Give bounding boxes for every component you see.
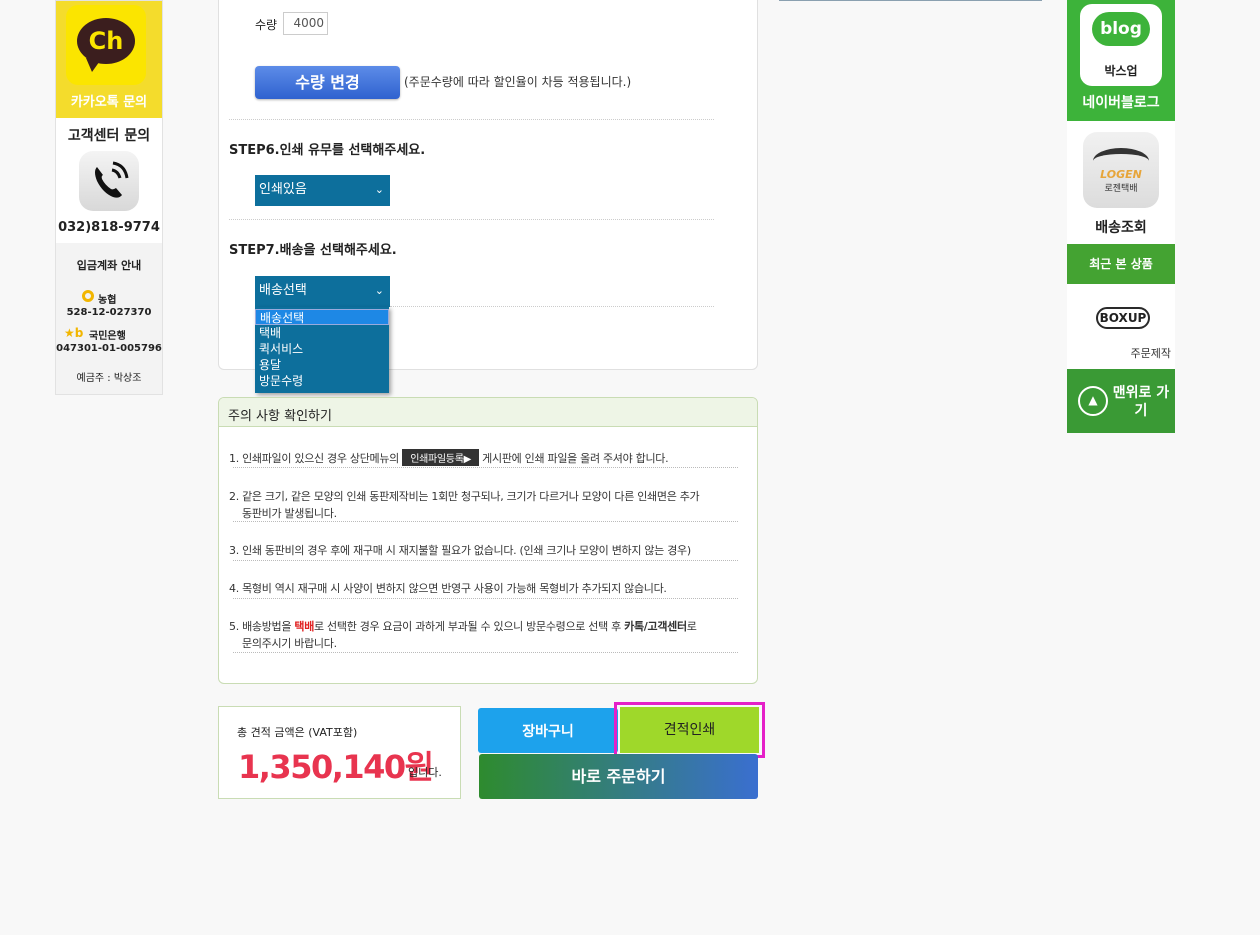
total-suffix: 입니다. [408, 766, 442, 779]
change-quantity-button[interactable]: 수량 변경 [255, 66, 400, 99]
notice-item-1: 1. 인쇄파일이 있으신 경우 상단메뉴의 인쇄파일등록▶ 게시판에 인쇄 파일… [229, 449, 669, 466]
boxup-logo[interactable]: BOXUP [1096, 307, 1150, 329]
shipping-option[interactable]: 택배 [255, 325, 389, 341]
logen-delivery-icon[interactable]: LOGEN 로젠택배 [1083, 132, 1159, 208]
chevron-down-icon: ⌄ [374, 284, 384, 297]
chevron-down-icon: ⌄ [374, 183, 384, 196]
kakao-inquiry-link[interactable]: Ch 카카오톡 문의 [56, 1, 162, 118]
kb-bank-account: 047301-01-005796 [56, 343, 162, 354]
shipping-option[interactable]: 배송선택 [255, 309, 389, 325]
blog-icon: blog 박스업 [1080, 4, 1162, 86]
delivery-tracking-label[interactable]: 배송조회 [1067, 217, 1175, 237]
print-select-value: 인쇄있음 [259, 182, 307, 197]
print-option-select[interactable]: 인쇄있음 ⌄ [255, 175, 390, 206]
shipping-dropdown-list: 배송선택 택배 퀵서비스 용달 방문수령 [255, 307, 389, 393]
notice-item-3: 3. 인쇄 동판비의 경우 후에 재구매 시 재지불할 필요가 없습니다. (인… [229, 544, 691, 557]
order-now-button[interactable]: 바로 주문하기 [479, 754, 758, 799]
notice-title: 주의 사항 확인하기 [228, 409, 332, 424]
account-holder: 예금주 : 박상조 [76, 373, 142, 384]
shipping-select[interactable]: 배송선택 ⌄ [255, 276, 390, 307]
naver-blog-link[interactable]: blog 박스업 네이버블로그 [1067, 0, 1175, 121]
divider [233, 652, 738, 653]
kakao-label: 카카오톡 문의 [70, 95, 148, 110]
shipping-option[interactable]: 퀵서비스 [255, 341, 389, 357]
left-sidebar: Ch 카카오톡 문의 고객센터 문의 032)818-9774 입금계좌 안내 … [55, 0, 163, 395]
quantity-discount-note: (주문수량에 따라 할인율이 차등 적용됩니다.) [404, 75, 632, 89]
kakao-channel-icon: Ch [66, 5, 146, 85]
kb-bank-name: 국민은행 [89, 331, 126, 342]
total-label: 총 견적 금액은 (VAT포함) [237, 726, 358, 739]
nonghyup-account: 528-12-027370 [66, 307, 152, 318]
phone-number: 032)818-9774 [58, 220, 160, 235]
scroll-top-button[interactable]: ▲ 맨위로 가기 [1067, 369, 1175, 433]
recent-product-caption[interactable]: 주문제작 [1067, 345, 1171, 361]
shipping-select-value: 배송선택 [259, 283, 307, 298]
naver-blog-label: 네이버블로그 [1082, 95, 1160, 111]
quantity-input[interactable]: 4000 [283, 12, 328, 35]
print-file-upload-link[interactable]: 인쇄파일등록▶ [402, 449, 479, 466]
top-divider [779, 0, 1042, 1]
bank-info-title: 입금계좌 안내 [76, 259, 142, 272]
scroll-top-label: 맨위로 가기 [1112, 385, 1170, 419]
notice-item-2: 2. 같은 크기, 같은 모양의 인쇄 동판제작비는 1회만 청구되나, 크기가… [229, 490, 700, 503]
nonghyup-icon [82, 290, 94, 302]
recent-products-header: 최근 본 상품 [1067, 244, 1175, 284]
right-sidebar: blog 박스업 네이버블로그 LOGEN 로젠택배 배송조회 최근 본 상품 … [1067, 0, 1175, 433]
notice-item-2-cont: 동판비가 발생됩니다. [242, 507, 337, 520]
divider [229, 119, 714, 120]
divider [233, 467, 738, 468]
arrow-up-icon: ▲ [1078, 386, 1108, 416]
kb-bank-icon: ★b [64, 326, 84, 340]
customer-center-title: 고객센터 문의 [67, 128, 151, 144]
notice-item-4: 4. 목형비 역시 재구매 시 사양이 변하지 않으면 반영구 사용이 가능해 … [229, 582, 667, 595]
divider [390, 306, 714, 307]
step7-title: STEP7.배송을 선택해주세요. [229, 243, 397, 258]
divider [233, 521, 738, 522]
step6-title: STEP6.인쇄 유무를 선택해주세요. [229, 143, 426, 158]
shipping-option[interactable]: 방문수령 [255, 373, 389, 389]
quantity-label: 수량 [255, 18, 278, 32]
divider [233, 598, 738, 599]
divider [233, 560, 738, 561]
print-estimate-button[interactable]: 견적인쇄 [620, 707, 759, 753]
notice-item-5: 5. 배송방법을 택배로 선택한 경우 요금이 과하게 부과될 수 있으니 방문… [229, 620, 697, 633]
notice-item-5-cont: 문의주시기 바랍니다. [242, 637, 337, 650]
cart-button[interactable]: 장바구니 [478, 708, 618, 753]
divider [229, 219, 714, 220]
total-amount: 1,350,140원 [238, 748, 434, 786]
notice-header[interactable]: 주의 사항 확인하기 [219, 398, 757, 427]
phone-icon[interactable] [79, 151, 139, 211]
shipping-option[interactable]: 용달 [255, 357, 389, 373]
nonghyup-name: 농협 [98, 295, 117, 306]
